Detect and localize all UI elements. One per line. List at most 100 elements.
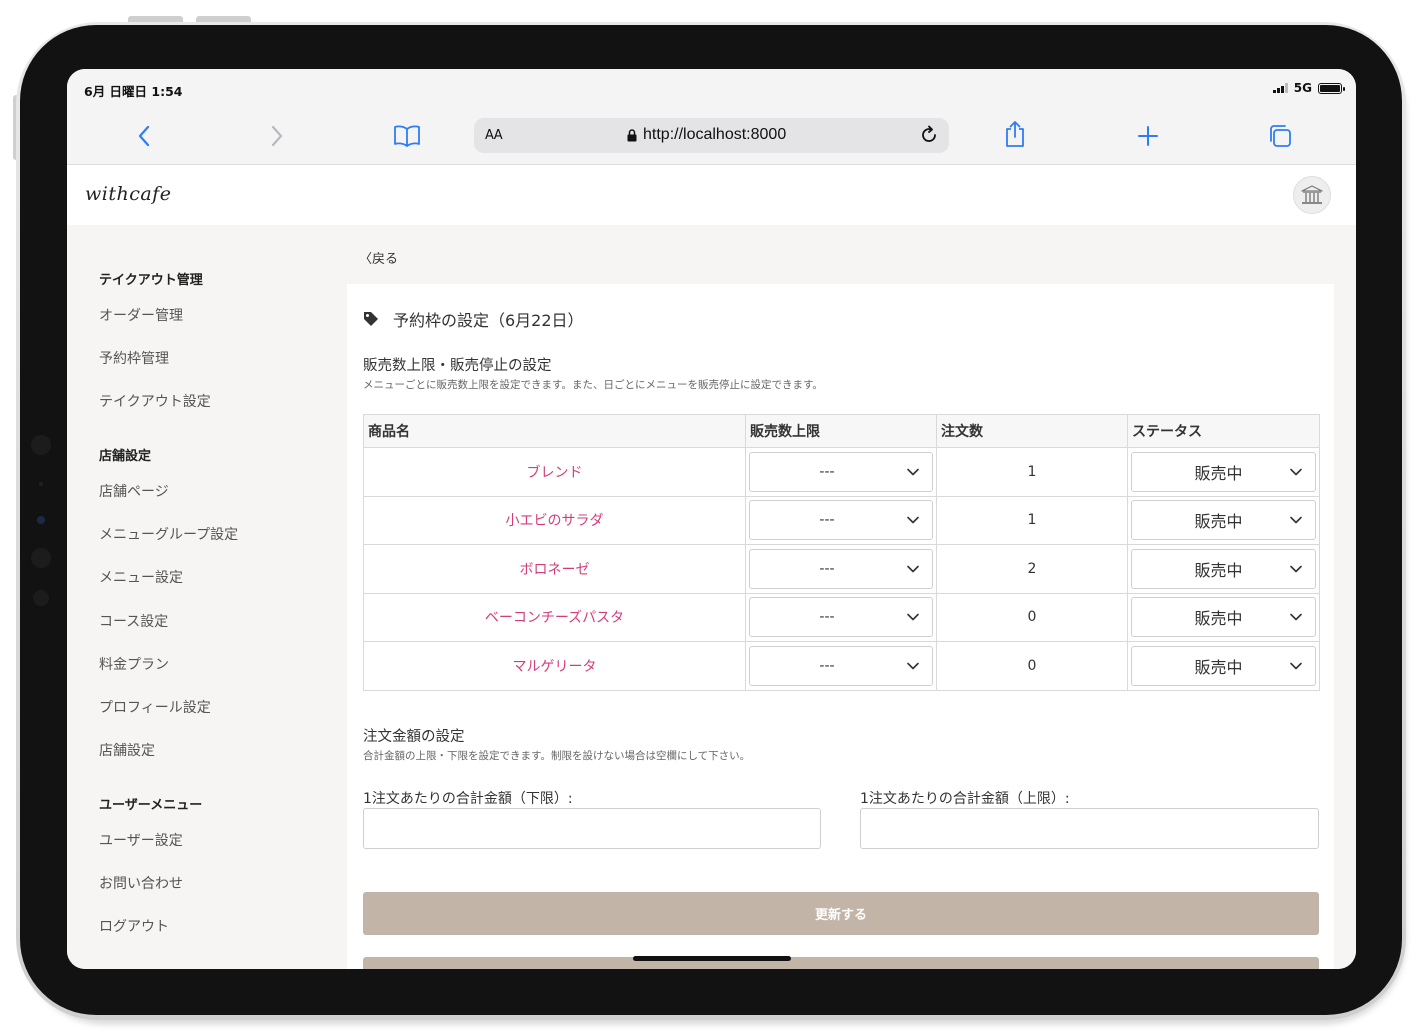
sidebar: テイクアウト管理 オーダー管理 予約枠管理 テイクアウト設定 店舗設定 店舗ペー… <box>67 225 347 969</box>
sales-limit-select[interactable]: --- <box>749 645 933 686</box>
url-display[interactable]: http://localhost:8000 <box>627 126 786 144</box>
status-value: 販売中 <box>1194 560 1243 580</box>
secondary-button[interactable] <box>363 957 1319 969</box>
status-select[interactable]: 販売中 <box>1131 500 1316 541</box>
table-row: マルゲリータ --- 0 販売中 <box>363 641 1320 691</box>
amount-section-title: 注文金額の設定 <box>363 729 465 745</box>
amount-section-description: 合計金額の上限・下限を設定できます。制限を設けない場合は空欄にして下さい。 <box>363 750 751 762</box>
tag-icon <box>364 312 378 326</box>
back-arrow-icon[interactable] <box>129 121 159 151</box>
sidebar-item-menu-settings[interactable]: メニュー設定 <box>99 567 183 587</box>
browser-toolbar: AA http://localhost:8000 <box>67 107 1356 165</box>
home-indicator <box>633 956 791 961</box>
status-value: 販売中 <box>1194 512 1243 532</box>
min-amount-label: 1注文あたりの合計金額（下限）: <box>363 791 573 807</box>
bookmarks-icon[interactable] <box>392 121 422 151</box>
sidebar-item-logout[interactable]: ログアウト <box>99 916 169 936</box>
max-amount-input[interactable] <box>860 808 1319 849</box>
chevron-down-icon <box>907 613 919 621</box>
menu-name-link[interactable]: ベーコンチーズパスタ <box>363 592 746 642</box>
sidebar-item-menu-groups[interactable]: メニューグループ設定 <box>99 524 238 544</box>
menu-limit-table: 商品名 販売数上限 注文数 ステータス ブレンド --- 1 販売中 小エビのサ… <box>363 414 1320 691</box>
sales-section-description: メニューごとに販売数上限を設定できます。また、日ごとにメニューを販売停止に設定で… <box>363 379 823 391</box>
sales-limit-value: --- <box>819 657 835 674</box>
chevron-down-icon <box>907 662 919 670</box>
tabs-overview-icon[interactable] <box>1265 121 1295 151</box>
menu-name-link[interactable]: ブレンド <box>363 447 746 497</box>
address-bar[interactable]: AA http://localhost:8000 <box>474 118 949 153</box>
sales-limit-select[interactable]: --- <box>749 597 933 638</box>
menu-name-link[interactable]: 小エビのサラダ <box>363 495 746 545</box>
status-select[interactable]: 販売中 <box>1131 597 1316 638</box>
status-bar: 6月 日曜日 1:54 5G <box>67 69 1356 107</box>
camera-dot <box>37 516 45 524</box>
main-content: 〈戻る 予約枠の設定（6月22日） 販売数上限・販売停止の設定 メニューごとに販… <box>347 225 1356 969</box>
app-logo[interactable]: withcafe <box>85 183 171 205</box>
sidebar-item-orders[interactable]: オーダー管理 <box>99 305 183 325</box>
table-row: ボロネーゼ --- 2 販売中 <box>363 544 1320 594</box>
sidebar-item-store-settings[interactable]: 店舗設定 <box>99 740 155 760</box>
order-count: 2 <box>936 544 1128 594</box>
menu-name-link[interactable]: ボロネーゼ <box>363 544 746 594</box>
max-amount-label: 1注文あたりの合計金額（上限）: <box>860 791 1070 807</box>
reload-icon[interactable] <box>915 121 943 149</box>
order-count: 1 <box>936 447 1128 497</box>
status-indicators: 5G <box>1273 81 1345 95</box>
update-button[interactable]: 更新する <box>363 892 1319 935</box>
column-header-name: 商品名 <box>363 414 746 448</box>
screen: 6月 日曜日 1:54 5G AA http://localhost:8000 <box>67 69 1356 969</box>
table-row: ベーコンチーズパスタ --- 0 販売中 <box>363 592 1320 642</box>
sales-limit-value: --- <box>819 463 835 480</box>
sales-limit-value: --- <box>819 560 835 577</box>
shop-avatar-icon[interactable] <box>1293 176 1331 214</box>
sidebar-item-profile-settings[interactable]: プロフィール設定 <box>99 697 211 717</box>
sales-limit-select[interactable]: --- <box>749 548 933 589</box>
chevron-down-icon <box>1290 516 1302 524</box>
status-select[interactable]: 販売中 <box>1131 645 1316 686</box>
forward-arrow-icon[interactable] <box>262 121 292 151</box>
sidebar-group-user: ユーザーメニュー <box>99 798 203 813</box>
status-value: 販売中 <box>1194 463 1243 483</box>
sidebar-item-pricing-plans[interactable]: 料金プラン <box>99 654 169 674</box>
column-header-limit: 販売数上限 <box>745 414 937 448</box>
column-header-orders: 注文数 <box>936 414 1128 448</box>
page-title-text: 予約枠の設定（6月22日） <box>393 311 584 330</box>
chevron-down-icon <box>907 468 919 476</box>
sensor-dot <box>31 548 51 568</box>
status-select[interactable]: 販売中 <box>1131 451 1316 492</box>
sidebar-item-takeout-settings[interactable]: テイクアウト設定 <box>99 391 211 411</box>
sidebar-item-course-settings[interactable]: コース設定 <box>99 611 168 631</box>
sidebar-group-store: 店舗設定 <box>99 449 152 464</box>
new-tab-icon[interactable] <box>1133 121 1163 151</box>
sales-limit-select[interactable]: --- <box>749 500 933 541</box>
sales-limit-select[interactable]: --- <box>749 451 933 492</box>
sidebar-item-contact[interactable]: お問い合わせ <box>99 873 183 893</box>
status-value: 販売中 <box>1194 657 1243 677</box>
sidebar-item-store-page[interactable]: 店舗ページ <box>99 481 169 501</box>
chevron-down-icon <box>907 565 919 573</box>
battery-icon <box>1318 82 1345 94</box>
order-count: 0 <box>936 641 1128 691</box>
chevron-down-icon <box>1290 613 1302 621</box>
sales-section-title: 販売数上限・販売停止の設定 <box>363 358 552 374</box>
network-label: 5G <box>1293 81 1312 95</box>
text-size-button[interactable]: AA <box>485 128 503 143</box>
back-link[interactable]: 〈戻る <box>359 248 398 267</box>
status-time: 6月 日曜日 1:54 <box>84 84 183 99</box>
status-select[interactable]: 販売中 <box>1131 548 1316 589</box>
chevron-down-icon <box>1290 565 1302 573</box>
settings-card: 予約枠の設定（6月22日） 販売数上限・販売停止の設定 メニューごとに販売数上限… <box>347 284 1334 969</box>
min-amount-input[interactable] <box>363 808 821 849</box>
share-icon[interactable] <box>1000 119 1030 149</box>
order-count: 1 <box>936 495 1128 545</box>
page-title: 予約枠の設定（6月22日） <box>363 307 584 331</box>
table-header-row: 商品名 販売数上限 注文数 ステータス <box>363 414 1320 448</box>
table-row: ブレンド --- 1 販売中 <box>363 447 1320 497</box>
url-text: http://localhost:8000 <box>643 126 787 143</box>
text-size-label: AA <box>485 128 503 143</box>
back-label: 戻る <box>372 252 399 267</box>
menu-name-link[interactable]: マルゲリータ <box>363 641 746 691</box>
sidebar-item-reservation-slots[interactable]: 予約枠管理 <box>99 348 169 368</box>
chevron-down-icon <box>1290 662 1302 670</box>
sidebar-item-user-settings[interactable]: ユーザー設定 <box>99 830 183 850</box>
